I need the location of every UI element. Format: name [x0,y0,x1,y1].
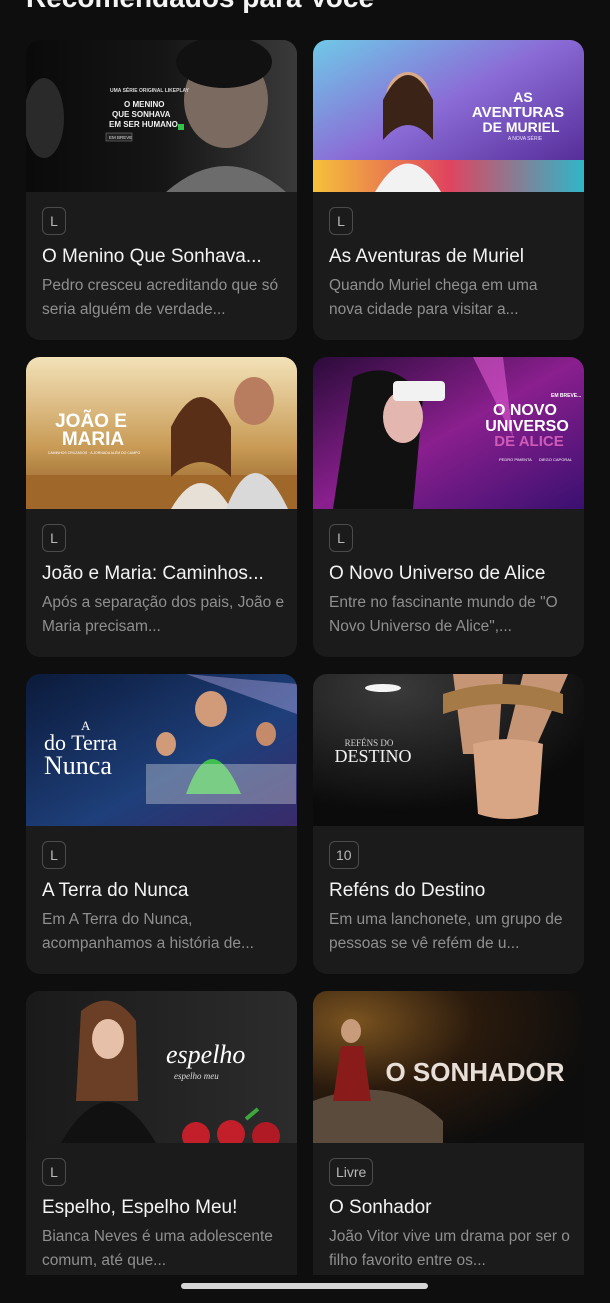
card-title: Reféns do Destino [329,880,486,901]
thumbnail-art: JOÃO E MARIA CAMINHOS CRUZADOS · A JORNA… [26,357,297,509]
card-title: O Menino Que Sonhava... [42,246,262,267]
card-thumbnail[interactable]: EM BREVE... O NOVO UNIVERSO DE ALICE PED… [313,357,584,509]
card-description: Bianca Neves é uma adolescente comum, at… [42,1228,273,1269]
card-refens-do-destino[interactable]: REFÉNS DO DESTINO 10 Reféns do Destino E… [313,674,584,974]
rating-badge: L [42,207,66,235]
thumb-line2: espelho meu [174,1071,219,1081]
thumb-line1: AS [513,89,532,105]
card-thumbnail[interactable]: O SONHADOR [313,991,584,1143]
thumb-kicker: UMA SÉRIE ORIGINAL LIKEPLAY [110,86,190,94]
card-espelho-espelho-meu[interactable]: espelho espelho meu L Espelho, Espelho M… [26,991,297,1291]
thumbnail-art: EM BREVE... O NOVO UNIVERSO DE ALICE PED… [313,357,584,509]
rating-badge: L [329,207,353,235]
card-a-terra-do-nunca[interactable]: A do Terra Nunca L A Terra do Nunca Em A… [26,674,297,974]
thumbnail-art: UMA SÉRIE ORIGINAL LIKEPLAY O MENINO QUE… [26,40,297,192]
card-thumbnail[interactable]: REFÉNS DO DESTINO [313,674,584,826]
rating-badge: Livre [329,1158,374,1186]
card-description: Em A Terra do Nunca, acompanhamos a hist… [42,911,254,952]
card-description: Pedro cresceu acreditando que só seria a… [42,277,279,318]
thumbnail-art: espelho espelho meu [26,991,297,1143]
thumb-sub: CAMINHOS CRUZADOS · A JORNADA ALÉM DO CA… [48,450,141,455]
thumb-line2: QUE SONHAVA [112,110,171,119]
thumb-sub: A NOVA SÉRIE [508,135,543,142]
card-title: As Aventuras de Muriel [329,246,525,267]
card-thumbnail[interactable]: UMA SÉRIE ORIGINAL LIKEPLAY O MENINO QUE… [26,40,297,192]
card-thumbnail[interactable]: AS AVENTURAS DE MURIEL A NOVA SÉRIE [313,40,584,192]
card-description: João Vitor vive um drama por ser o filho… [329,1228,570,1269]
card-description: Após a separação dos pais, João e Maria … [42,594,285,635]
card-o-novo-universo-de-alice[interactable]: EM BREVE... O NOVO UNIVERSO DE ALICE PED… [313,357,584,657]
thumb-credit2: DIEGO CAPORAL [539,457,573,462]
card-o-sonhador[interactable]: O SONHADOR Livre O Sonhador João Vitor v… [313,991,584,1291]
section-title: Recomendados para Você [26,0,374,14]
card-as-aventuras-de-muriel[interactable]: AS AVENTURAS DE MURIEL A NOVA SÉRIE L As… [313,40,584,340]
thumbnail-art: REFÉNS DO DESTINO [313,674,584,826]
thumb-line2: MARIA [62,429,125,450]
thumb-tag: EM BREVE [109,135,132,140]
thumb-line3: Nunca [44,751,112,780]
thumb-kicker: EM BREVE... [551,393,582,399]
card-title: A Terra do Nunca [42,880,189,901]
card-title: Espelho, Espelho Meu! [42,1197,238,1218]
system-navigation-bar [0,1275,610,1303]
thumb-line3: DE ALICE [494,433,563,450]
card-description: Quando Muriel chega em uma nova cidade p… [329,277,538,318]
card-description: Entre no fascinante mundo de "O Novo Uni… [329,594,558,635]
card-joao-e-maria[interactable]: JOÃO E MARIA CAMINHOS CRUZADOS · A JORNA… [26,357,297,657]
thumb-line3: DE MURIEL [483,119,560,135]
card-title: João e Maria: Caminhos... [42,563,264,584]
recommendations-grid: UMA SÉRIE ORIGINAL LIKEPLAY O MENINO QUE… [26,40,584,1291]
rating-badge: 10 [329,841,359,869]
thumbnail-art: A do Terra Nunca [26,674,297,826]
thumbnail-art: O SONHADOR [313,991,584,1143]
card-title: O Sonhador [329,1197,432,1218]
thumb-line1: O MENINO [124,100,164,109]
card-thumbnail[interactable]: JOÃO E MARIA CAMINHOS CRUZADOS · A JORNA… [26,357,297,509]
home-indicator[interactable] [181,1283,428,1289]
card-thumbnail[interactable]: A do Terra Nunca [26,674,297,826]
thumbnail-art: AS AVENTURAS DE MURIEL A NOVA SÉRIE [313,40,584,192]
thumb-line3: EM SER HUMANO [109,120,178,129]
card-title: O Novo Universo de Alice [329,563,546,584]
rating-badge: L [42,841,66,869]
rating-badge: L [329,524,353,552]
thumb-line1: O NOVO [493,402,557,419]
card-o-menino[interactable]: UMA SÉRIE ORIGINAL LIKEPLAY O MENINO QUE… [26,40,297,340]
thumb-credit1: PEDRO PIMENTA [499,457,532,462]
thumb-line1: O SONHADOR [385,1057,564,1087]
thumb-line2: DESTINO [335,746,412,766]
thumb-line1: espelho [166,1040,245,1069]
card-thumbnail[interactable]: espelho espelho meu [26,991,297,1143]
card-description: Em uma lanchonete, um grupo de pessoas s… [329,911,563,952]
rating-badge: L [42,524,66,552]
rating-badge: L [42,1158,66,1186]
